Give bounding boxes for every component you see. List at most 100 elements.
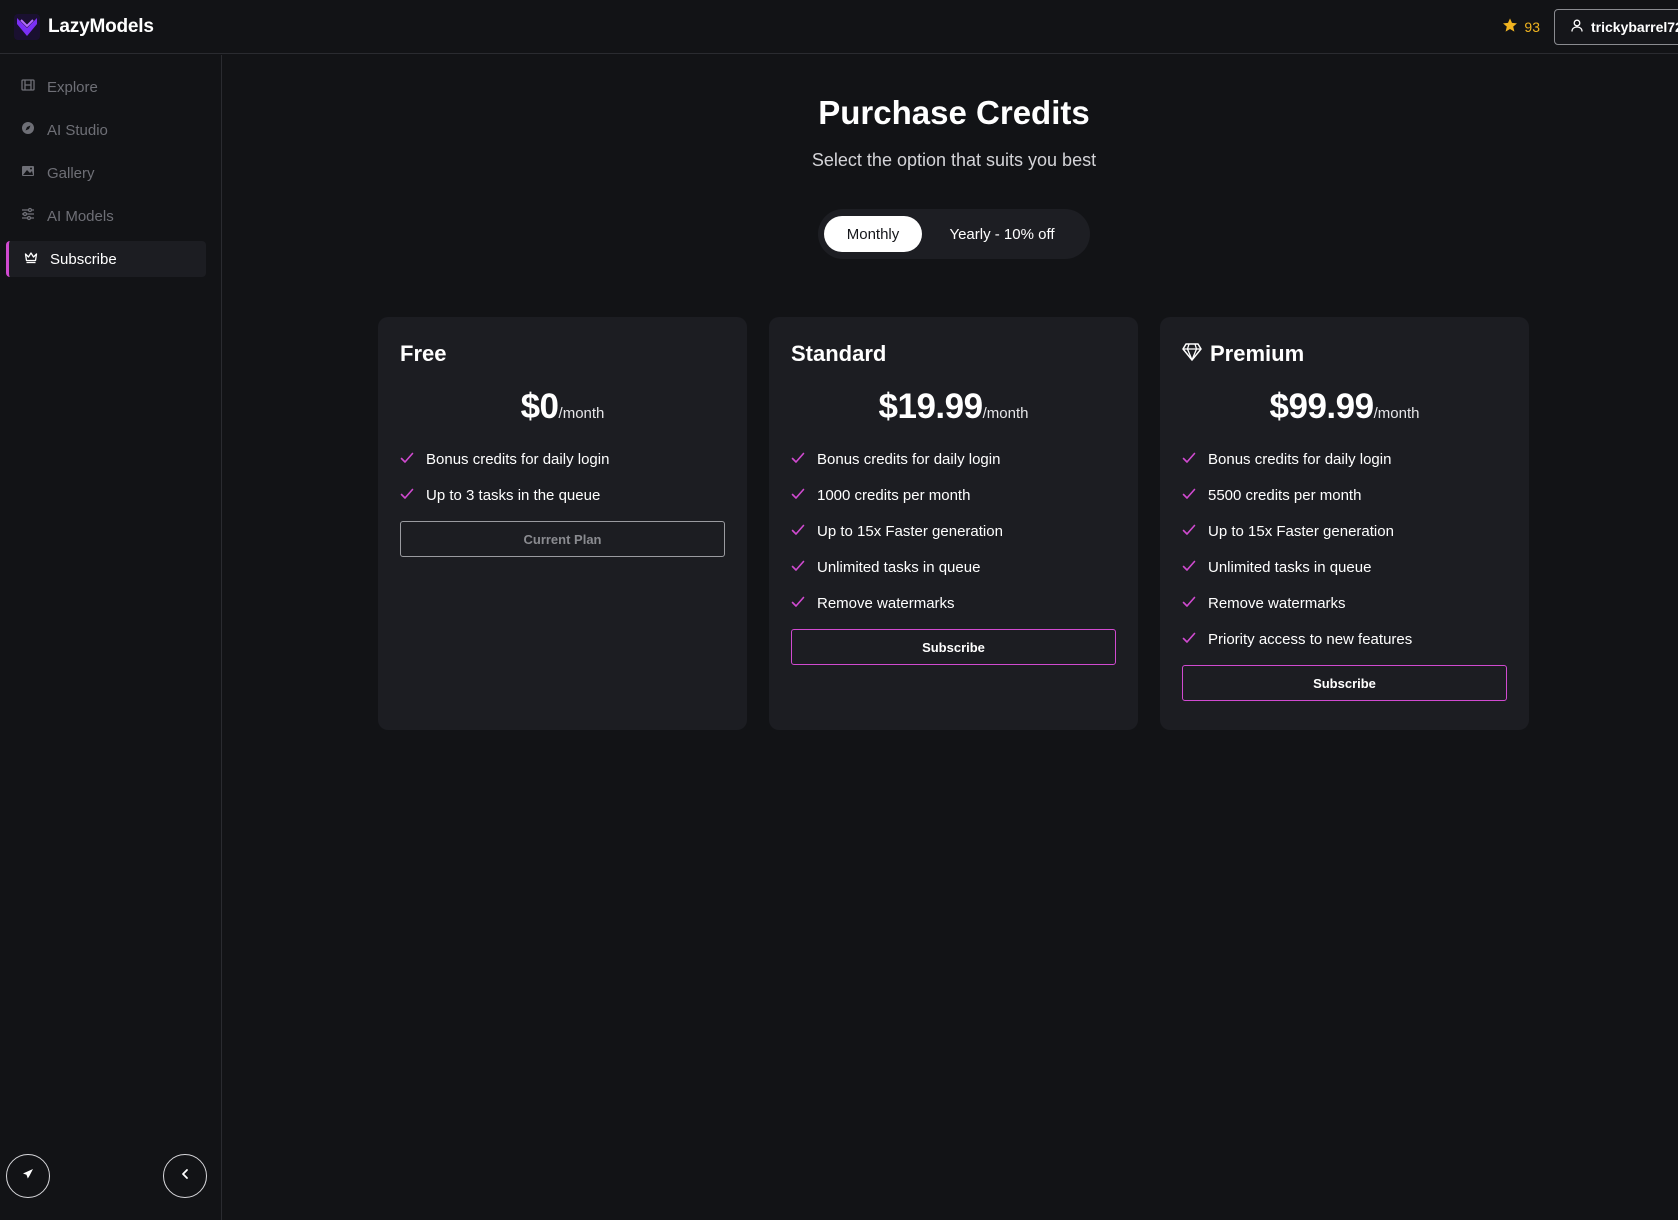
check-icon <box>1182 523 1196 540</box>
sidebar-item-gallery[interactable]: Gallery <box>6 155 206 191</box>
chevron-left-icon <box>179 1167 191 1185</box>
sidebar: Explore AI Studio Gallery AI Models Subs… <box>0 55 222 1220</box>
sidebar-item-subscribe[interactable]: Subscribe <box>6 241 206 277</box>
username: trickybarrel72 <box>1591 18 1678 35</box>
price-amount: $99.99 <box>1269 387 1375 426</box>
price-amount: $19.99 <box>878 387 984 426</box>
feature-text: 1000 credits per month <box>817 486 971 504</box>
compass-icon <box>21 121 35 139</box>
feature-text: Up to 15x Faster generation <box>817 522 1003 540</box>
top-bar: LazyModels 93 trickybarrel72 <box>0 0 1678 54</box>
credits-count: 93 <box>1524 18 1540 35</box>
check-icon <box>791 451 805 468</box>
price-period: /month <box>558 405 605 422</box>
check-icon <box>791 487 805 504</box>
feature-item: Up to 3 tasks in the queue <box>400 477 725 513</box>
sidebar-item-ai-models[interactable]: AI Models <box>6 198 206 234</box>
plan-cards: Free $0/month Bonus credits for daily lo… <box>378 317 1529 730</box>
feature-item: 1000 credits per month <box>791 477 1116 513</box>
check-icon <box>1182 451 1196 468</box>
plan-name: Premium <box>1210 341 1305 366</box>
user-menu-button[interactable]: trickybarrel72 <box>1554 8 1678 45</box>
feature-list: Bonus credits for daily login 1000 credi… <box>791 441 1116 621</box>
check-icon <box>1182 631 1196 648</box>
sidebar-item-explore[interactable]: Explore <box>6 69 206 105</box>
plan-price: $99.99/month <box>1182 387 1507 431</box>
plan-price: $0/month <box>400 387 725 431</box>
feature-text: Bonus credits for daily login <box>1208 450 1392 468</box>
plan-title: Premium <box>1182 341 1507 367</box>
feature-item: Up to 15x Faster generation <box>791 513 1116 549</box>
app-name: LazyModels <box>48 15 154 37</box>
check-icon <box>1182 559 1196 576</box>
plan-title: Standard <box>791 341 1116 367</box>
feature-text: Up to 15x Faster generation <box>1208 522 1394 540</box>
monthly-option[interactable]: Monthly <box>824 216 922 252</box>
feature-text: Priority access to new features <box>1208 630 1413 648</box>
price-period: /month <box>1373 405 1420 422</box>
sidebar-item-label: Gallery <box>47 164 95 182</box>
feature-item: Remove watermarks <box>791 585 1116 621</box>
main-content: Purchase Credits Select the option that … <box>223 55 1678 1220</box>
plan-card-free: Free $0/month Bonus credits for daily lo… <box>378 317 747 730</box>
subscribe-premium-button[interactable]: Subscribe <box>1182 665 1507 701</box>
crown-icon <box>24 250 38 268</box>
feature-text: Remove watermarks <box>1208 594 1346 612</box>
feature-item: Priority access to new features <box>1182 621 1507 657</box>
feature-list: Bonus credits for daily login 5500 credi… <box>1182 441 1507 657</box>
send-icon <box>22 1167 34 1185</box>
check-icon <box>791 595 805 612</box>
telegram-button[interactable] <box>6 1154 50 1198</box>
feature-item: Unlimited tasks in queue <box>791 549 1116 585</box>
feature-item: Up to 15x Faster generation <box>1182 513 1507 549</box>
brand[interactable]: LazyModels <box>14 13 154 40</box>
plan-name: Standard <box>791 341 887 366</box>
page-title: Purchase Credits <box>818 94 1090 131</box>
check-icon <box>1182 595 1196 612</box>
star-icon <box>1502 17 1518 36</box>
diamond-icon <box>1182 341 1202 367</box>
logo-icon <box>14 13 40 40</box>
check-icon <box>400 487 414 504</box>
feature-item: Bonus credits for daily login <box>1182 441 1507 477</box>
yearly-option[interactable]: Yearly - 10% off <box>922 216 1082 252</box>
feature-text: 5500 credits per month <box>1208 486 1362 504</box>
check-icon <box>1182 487 1196 504</box>
feature-item: Unlimited tasks in queue <box>1182 549 1507 585</box>
film-icon <box>21 78 35 96</box>
user-icon <box>1571 19 1583 35</box>
feature-text: Unlimited tasks in queue <box>817 558 981 576</box>
feature-text: Remove watermarks <box>817 594 955 612</box>
feature-text: Bonus credits for daily login <box>426 450 610 468</box>
check-icon <box>791 523 805 540</box>
sidebar-item-label: AI Studio <box>47 121 108 139</box>
feature-text: Bonus credits for daily login <box>817 450 1001 468</box>
price-period: /month <box>982 405 1029 422</box>
subscribe-standard-button[interactable]: Subscribe <box>791 629 1116 665</box>
sliders-icon <box>21 207 35 225</box>
page-subtitle: Select the option that suits you best <box>811 150 1097 170</box>
sidebar-item-ai-studio[interactable]: AI Studio <box>6 112 206 148</box>
collapse-sidebar-button[interactable] <box>163 1154 207 1198</box>
price-amount: $0 <box>520 387 559 426</box>
feature-text: Up to 3 tasks in the queue <box>426 486 601 504</box>
feature-item: 5500 credits per month <box>1182 477 1507 513</box>
plan-card-standard: Standard $19.99/month Bonus credits for … <box>769 317 1138 730</box>
sidebar-item-label: Subscribe <box>50 250 117 268</box>
feature-item: Bonus credits for daily login <box>791 441 1116 477</box>
sidebar-item-label: Explore <box>47 78 98 96</box>
feature-list: Bonus credits for daily login Up to 3 ta… <box>400 441 725 513</box>
feature-item: Bonus credits for daily login <box>400 441 725 477</box>
check-icon <box>791 559 805 576</box>
plan-name: Free <box>400 341 447 366</box>
plan-price: $19.99/month <box>791 387 1116 431</box>
image-icon <box>21 164 35 182</box>
billing-toggle: Monthly Yearly - 10% off <box>818 209 1090 259</box>
plan-card-premium: Premium $99.99/month Bonus credits for d… <box>1160 317 1529 730</box>
feature-item: Remove watermarks <box>1182 585 1507 621</box>
check-icon <box>400 451 414 468</box>
sidebar-nav: Explore AI Studio Gallery AI Models Subs… <box>0 55 221 277</box>
sidebar-item-label: AI Models <box>47 207 114 225</box>
current-plan-button[interactable]: Current Plan <box>400 521 725 557</box>
feature-text: Unlimited tasks in queue <box>1208 558 1372 576</box>
